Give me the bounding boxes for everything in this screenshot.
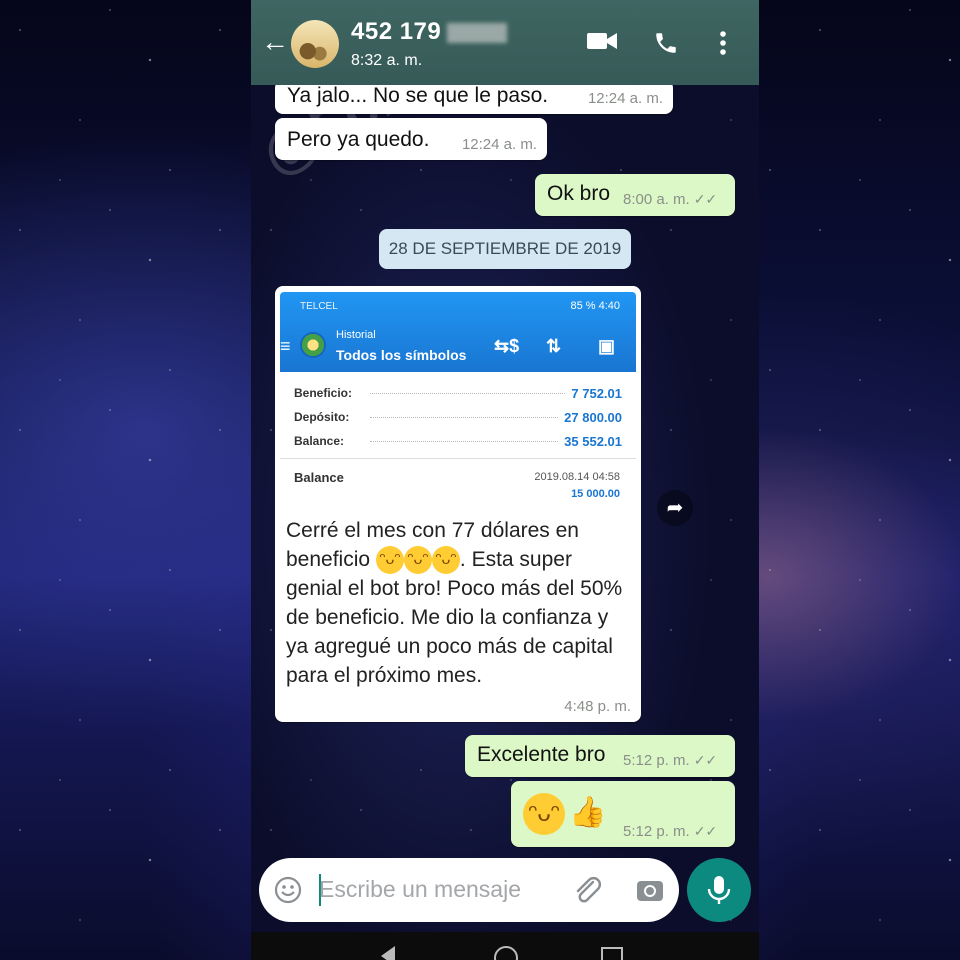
thumbs-up-emoji-icon: 👍	[569, 796, 607, 829]
date-separator: 28 DE SEPTIEMBRE DE 2019	[379, 229, 631, 269]
screenshot-section: Historial	[336, 329, 376, 341]
message-time: 8:00 a. m. ✓✓	[623, 191, 718, 208]
chat-header: ← 452 179 8:32 a. m.	[251, 0, 759, 85]
metatrader-logo-icon	[300, 332, 326, 358]
grinning-emoji-icon: ᵔᴗᵔ	[403, 546, 432, 575]
message-time: 4:48 p. m.	[564, 698, 631, 715]
summary-rows: Beneficio: 7 752.01 Depósito: 27 800.00 Ba…	[294, 381, 622, 453]
summary-row: Depósito: 27 800.00	[294, 409, 622, 425]
contact-name[interactable]: 452 179	[351, 18, 508, 46]
balance-entry-date: 2019.08.14 04:58	[534, 471, 620, 483]
read-ticks-icon: ✓✓	[693, 752, 718, 768]
message-time: 5:12 p. m. ✓✓	[623, 752, 718, 769]
screenshot-status-carrier: TELCEL	[300, 301, 338, 312]
sort-icon: ⇅	[546, 336, 562, 356]
message-input-bar[interactable]: Escribe un mensaje	[259, 858, 679, 922]
nav-recents-icon[interactable]	[601, 947, 623, 960]
video-call-icon[interactable]	[587, 30, 617, 52]
grinning-emoji-icon: ᵔᴗᵔ	[431, 546, 460, 575]
message-bubble[interactable]: Ok bro 8:00 a. m. ✓✓	[535, 174, 735, 216]
summary-row: Beneficio: 7 752.01	[294, 385, 622, 401]
message-bubble[interactable]: ᵔᴗᵔ 👍 5:12 p. m. ✓✓	[511, 781, 735, 847]
message-time: 12:24 a. m.	[461, 136, 537, 153]
camera-icon[interactable]	[635, 875, 665, 905]
phone-icon[interactable]	[653, 30, 679, 56]
divider	[280, 458, 636, 459]
balance-entry-label: Balance	[294, 470, 344, 485]
message-bubble[interactable]: Pero ya quedo. 12:24 a. m.	[275, 118, 547, 160]
summary-row: Balance: 35 552.01	[294, 433, 622, 449]
grinning-emoji-icon: ᵔᴗᵔ	[375, 546, 404, 575]
mic-button[interactable]	[687, 858, 751, 922]
image-message-bubble[interactable]: TELCEL 85 % 4:40 ≡ Historial Todos los s…	[275, 286, 641, 722]
paperclip-icon[interactable]	[571, 874, 603, 906]
phone-screen: @ForexLiberty Ya jalo... No se que le pa…	[251, 0, 759, 960]
dollar-swap-icon: ⇆$	[494, 336, 520, 356]
screenshot-app-bar: TELCEL 85 % 4:40 ≡ Historial Todos los s…	[280, 292, 636, 372]
message-input[interactable]: Escribe un mensaje	[319, 876, 521, 903]
mic-icon	[707, 876, 731, 904]
trading-screenshot[interactable]: TELCEL 85 % 4:40 ≡ Historial Todos los s…	[280, 292, 636, 510]
message-time: 12:24 a. m.	[587, 90, 663, 107]
arrow-left-icon[interactable]: ←	[261, 28, 289, 56]
message-text: Cerré el mes con 77 dólares en beneficio…	[286, 519, 623, 688]
read-ticks-icon: ✓✓	[693, 191, 718, 207]
message-bubble[interactable]: Ya jalo... No se que le paso. 12:24 a. m…	[275, 80, 673, 114]
more-vert-icon[interactable]	[719, 30, 727, 56]
message-text: Ya jalo... No se que le paso.	[287, 84, 549, 107]
system-nav-bar	[251, 932, 759, 960]
message-time: 5:12 p. m. ✓✓	[623, 823, 718, 840]
balance-entry-value: 15 000.00	[571, 488, 620, 500]
avatar[interactable]	[291, 20, 339, 68]
message-text: Excelente bro	[477, 743, 606, 766]
screenshot-title: Todos los símbolos	[336, 347, 467, 363]
grinning-emoji-icon: ᵔᴗᵔ	[523, 793, 565, 835]
forward-icon[interactable]: ➦	[657, 490, 693, 526]
message-text: Ok bro	[547, 182, 611, 205]
screenshot-status-battery: 85 % 4:40	[570, 300, 620, 312]
nav-back-icon[interactable]	[381, 946, 395, 960]
screenshot-menu-icon: ≡	[280, 336, 291, 356]
calendar-icon: ▣	[598, 336, 616, 356]
redacted-name	[447, 22, 508, 43]
emoji-icon[interactable]	[273, 875, 303, 905]
last-seen: 8:32 a. m.	[351, 52, 423, 69]
nav-home-icon[interactable]	[494, 946, 518, 960]
message-text: Pero ya quedo.	[287, 128, 430, 151]
message-bubble[interactable]: Excelente bro 5:12 p. m. ✓✓	[465, 735, 735, 777]
read-ticks-icon: ✓✓	[693, 823, 718, 839]
